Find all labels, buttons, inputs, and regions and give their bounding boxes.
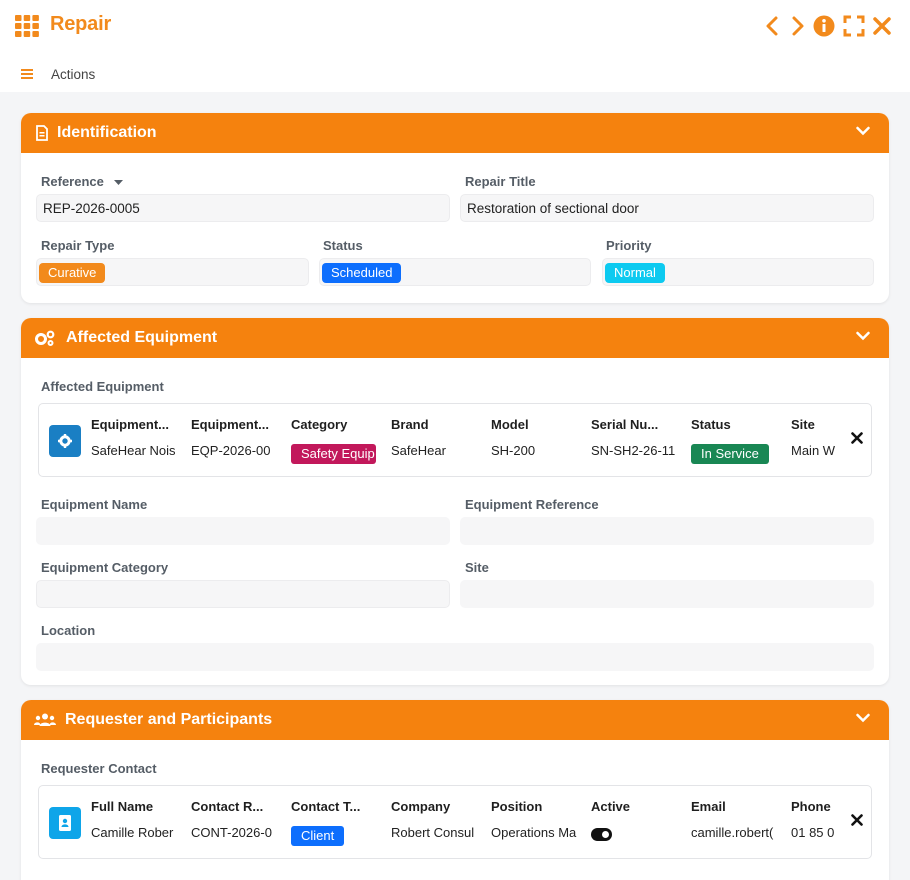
- requester-section: Requester and Participants Requester Con…: [21, 700, 889, 880]
- repair-type-badge: Curative: [39, 263, 106, 283]
- category-badge: Safety Equip: [291, 444, 376, 464]
- actions-label: Actions: [51, 66, 96, 82]
- requester-grid: Full Name Contact R... Contact T... Comp…: [38, 785, 872, 859]
- chevron-down-icon[interactable]: [856, 331, 870, 341]
- cell-company[interactable]: Robert Consul: [391, 825, 477, 840]
- equipment-section: Affected Equipment Affected Equipment Eq…: [21, 318, 889, 685]
- grid-apps-icon[interactable]: [15, 15, 39, 37]
- affected-equipment-label: Affected Equipment: [41, 379, 164, 394]
- equipment-reference-field[interactable]: [460, 517, 874, 545]
- equipment-reference-label: Equipment Reference: [465, 497, 599, 512]
- chevron-down-icon[interactable]: [856, 126, 870, 136]
- equipment-category-field[interactable]: [36, 580, 450, 608]
- status-field[interactable]: Scheduled: [319, 258, 591, 286]
- contact-card-icon: [49, 807, 81, 839]
- col-equipment-name[interactable]: Equipment...: [91, 417, 177, 432]
- requester-title: Requester and Participants: [65, 711, 273, 728]
- repair-title-field[interactable]: Restoration of sectional door: [460, 194, 874, 222]
- repair-window: Repair Actions Identification Reference …: [0, 0, 910, 880]
- cell-brand[interactable]: SafeHear: [391, 443, 477, 458]
- col-position[interactable]: Position: [491, 799, 577, 814]
- identification-header[interactable]: Identification: [21, 113, 889, 153]
- window-title: Repair: [50, 13, 112, 35]
- cell-model[interactable]: SH-200: [491, 443, 577, 458]
- chevron-down-icon[interactable]: [856, 713, 870, 723]
- status-badge: Scheduled: [322, 263, 402, 283]
- col-contact-ref[interactable]: Contact R...: [191, 799, 277, 814]
- col-brand[interactable]: Brand: [391, 417, 477, 432]
- col-contact-type[interactable]: Contact T...: [291, 799, 377, 814]
- requester-contact-label: Requester Contact: [41, 761, 157, 776]
- cell-equipment-ref[interactable]: EQP-2026-00: [191, 443, 277, 458]
- equipment-status-badge: In Service: [691, 444, 769, 464]
- equipment-name-label: Equipment Name: [41, 497, 148, 512]
- cell-site[interactable]: Main W: [791, 443, 835, 458]
- remove-contact-icon[interactable]: [851, 814, 863, 826]
- requester-header[interactable]: Requester and Participants: [21, 700, 889, 740]
- repair-type-field[interactable]: Curative: [36, 258, 309, 286]
- chevron-left-icon[interactable]: [761, 14, 785, 38]
- repair-title-label: Repair Title: [465, 174, 536, 189]
- priority-badge: Normal: [605, 263, 665, 283]
- col-serial[interactable]: Serial Nu...: [591, 417, 677, 432]
- equipment-header[interactable]: Affected Equipment: [21, 318, 889, 358]
- close-icon[interactable]: [870, 14, 894, 38]
- window-topbar: Repair Actions: [0, 0, 910, 92]
- col-category[interactable]: Category: [291, 417, 377, 432]
- identification-section: Identification Reference REP-2026-0005 R…: [21, 113, 889, 303]
- cell-equipment-name[interactable]: SafeHear Nois: [91, 443, 177, 458]
- col-company[interactable]: Company: [391, 799, 477, 814]
- col-phone[interactable]: Phone: [791, 799, 835, 814]
- repair-type-label: Repair Type: [41, 238, 115, 253]
- gears-icon: [35, 330, 55, 346]
- caret-down-icon[interactable]: [113, 179, 123, 186]
- col-model[interactable]: Model: [491, 417, 577, 432]
- cell-position[interactable]: Operations Ma: [491, 825, 577, 840]
- site-field[interactable]: [460, 580, 874, 608]
- site-label: Site: [465, 560, 489, 575]
- equipment-category-label: Equipment Category: [41, 560, 169, 575]
- col-full-name[interactable]: Full Name: [91, 799, 177, 814]
- cog-icon: [49, 425, 81, 457]
- col-status[interactable]: Status: [691, 417, 777, 432]
- equipment-grid: Equipment... Equipment... Category Brand…: [38, 403, 872, 477]
- priority-field[interactable]: Normal: [602, 258, 874, 286]
- users-icon: [34, 713, 56, 726]
- active-toggle[interactable]: [591, 828, 612, 841]
- priority-label: Priority: [606, 238, 652, 253]
- cell-contact-ref[interactable]: CONT-2026-0: [191, 825, 277, 840]
- hamburger-menu-icon: [21, 69, 33, 79]
- cell-email[interactable]: camille.robert(: [691, 825, 777, 840]
- equipment-name-field[interactable]: [36, 517, 450, 545]
- cell-phone[interactable]: 01 85 0: [791, 825, 835, 840]
- location-field[interactable]: [36, 643, 874, 671]
- chevron-right-icon[interactable]: [785, 14, 809, 38]
- col-active[interactable]: Active: [591, 799, 677, 814]
- info-icon[interactable]: [812, 14, 836, 38]
- expand-icon[interactable]: [842, 14, 866, 38]
- cell-full-name[interactable]: Camille Rober: [91, 825, 177, 840]
- actions-menu[interactable]: Actions: [20, 64, 95, 84]
- cell-serial[interactable]: SN-SH2-26-11: [591, 443, 677, 458]
- reference-field[interactable]: REP-2026-0005: [36, 194, 450, 222]
- remove-equipment-icon[interactable]: [851, 432, 863, 444]
- col-email[interactable]: Email: [691, 799, 777, 814]
- status-label: Status: [323, 238, 363, 253]
- document-icon: [36, 125, 48, 141]
- reference-label: Reference: [41, 174, 123, 189]
- equipment-title: Affected Equipment: [66, 329, 218, 346]
- contact-type-badge: Client: [291, 826, 345, 846]
- col-site[interactable]: Site: [791, 417, 835, 432]
- col-equipment-ref[interactable]: Equipment...: [191, 417, 277, 432]
- location-label: Location: [41, 623, 96, 638]
- identification-title: Identification: [57, 124, 157, 141]
